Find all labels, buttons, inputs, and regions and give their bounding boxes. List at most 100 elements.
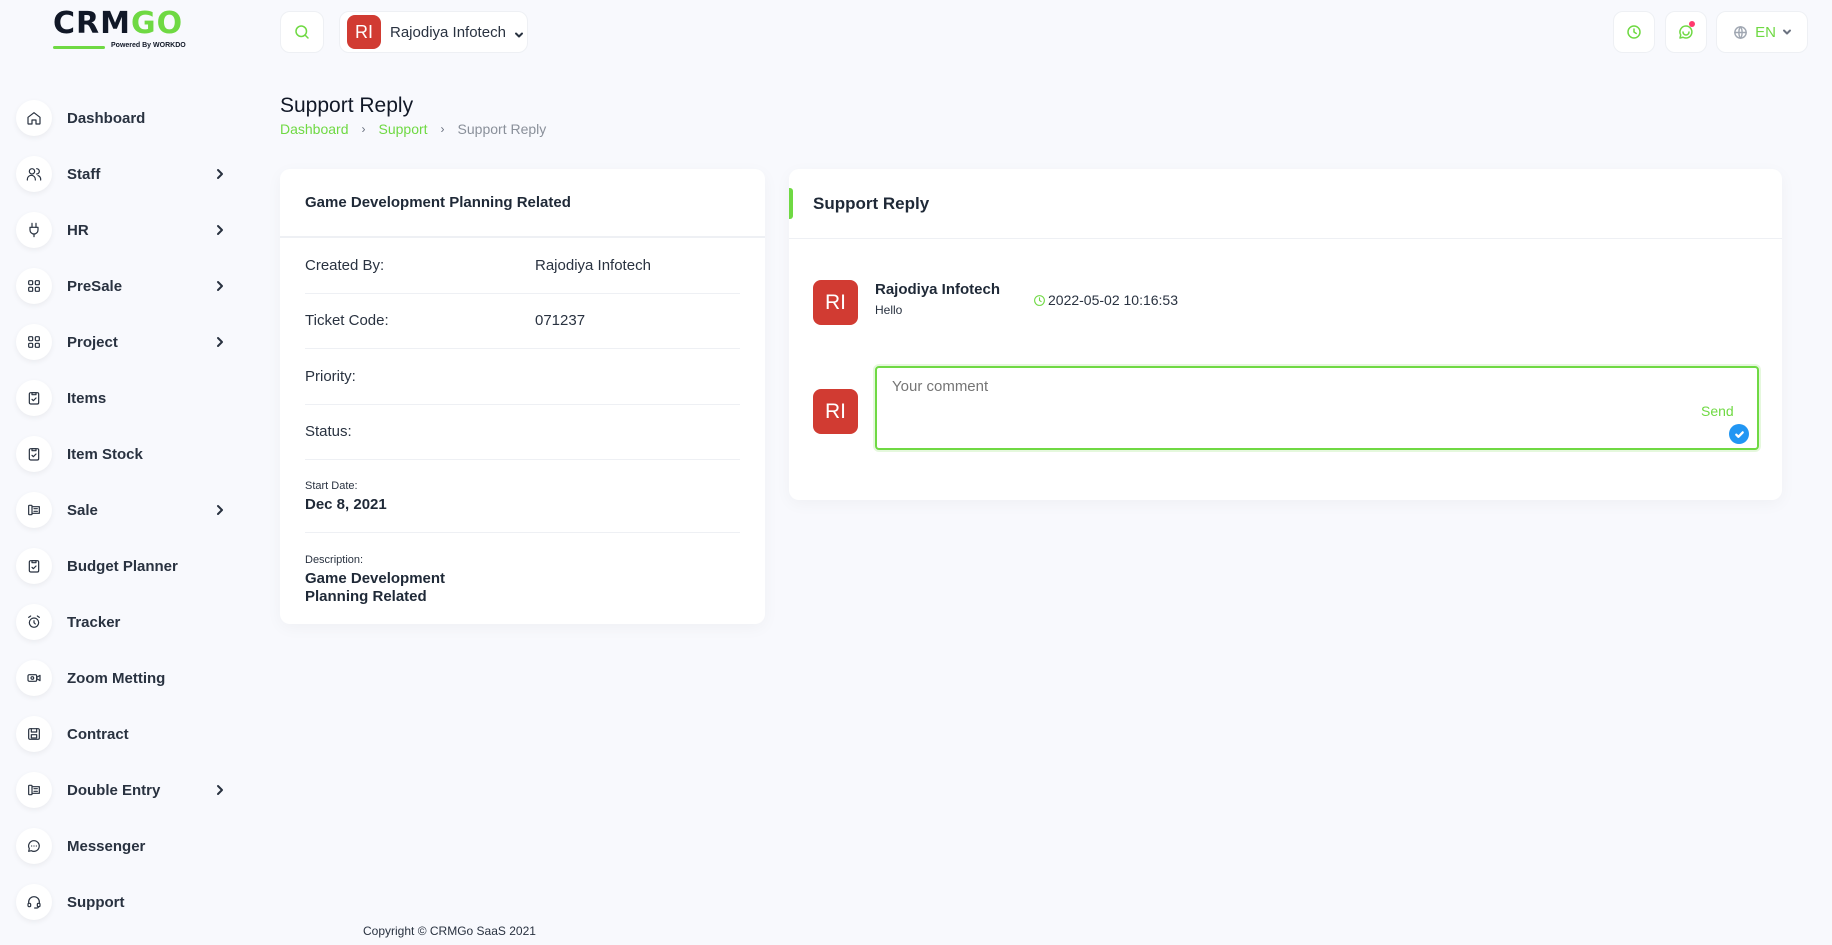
sidebar-item-presale[interactable]: PreSale xyxy=(16,258,238,314)
sidebar-item-label: PreSale xyxy=(67,277,123,295)
sidebar-item-label: Dashboard xyxy=(67,109,146,127)
users-icon xyxy=(16,156,52,192)
home-icon xyxy=(16,100,52,136)
language-label: EN xyxy=(1755,23,1776,41)
header-accent-bar xyxy=(789,188,793,219)
sidebar-item-label: Budget Planner xyxy=(67,557,178,575)
ticket-code-label: Ticket Code: xyxy=(305,312,389,330)
priority-label: Priority: xyxy=(305,367,356,385)
sidebar-item-sale[interactable]: Sale xyxy=(16,482,238,538)
receipt-icon xyxy=(16,492,52,528)
grid-icon xyxy=(16,268,52,304)
message-text: Hello xyxy=(875,303,903,317)
chevron-right-icon xyxy=(214,167,226,179)
message-timestamp: 2022-05-02 10:16:53 xyxy=(1033,292,1178,308)
sidebar-item-project[interactable]: Project xyxy=(16,314,238,370)
sidebar-item-item-stock[interactable]: Item Stock xyxy=(16,426,238,482)
chevron-right-icon: › xyxy=(361,122,366,136)
sidebar-item-label: Support xyxy=(67,893,125,911)
support-reply-card: Support Reply RI Rajodiya Infotech Hello… xyxy=(789,169,1782,500)
sidebar-item-contract[interactable]: Contract xyxy=(16,706,238,762)
start-date-block: Start Date: Dec 8, 2021 xyxy=(305,460,740,533)
created-by-label: Created By: xyxy=(305,256,385,274)
send-button[interactable]: Send xyxy=(1701,403,1734,419)
logo-powered-by: Powered By WORKDO xyxy=(111,42,186,49)
sidebar-item-label: Sale xyxy=(67,501,98,519)
sidebar-item-label: Staff xyxy=(67,165,101,183)
sidebar-item-label: Items xyxy=(67,389,107,407)
sidebar-item-label: Project xyxy=(67,333,118,351)
sidebar-item-label: Zoom Metting xyxy=(67,669,166,687)
priority-row: Priority: xyxy=(305,349,740,405)
grid-icon xyxy=(16,324,52,360)
clipboard-icon xyxy=(16,380,52,416)
description-block: Description: Game Development Planning R… xyxy=(305,533,740,606)
plug-icon xyxy=(16,212,52,248)
crmgo-logo[interactable]: CRMGO Powered By WORKDO xyxy=(53,8,193,52)
video-icon xyxy=(16,660,52,696)
chevron-right-icon xyxy=(214,335,226,347)
status-label: Status: xyxy=(305,423,352,441)
ticket-code-value: 071237 xyxy=(535,312,586,330)
globe-icon xyxy=(1734,25,1747,39)
avatar: RI xyxy=(347,15,381,49)
breadcrumb-dashboard[interactable]: Dashboard xyxy=(280,121,349,137)
status-row: Status: xyxy=(305,405,740,460)
sidebar-item-staff[interactable]: Staff xyxy=(16,146,238,202)
reply-card-title: Support Reply xyxy=(813,193,930,213)
chat-icon xyxy=(16,828,52,864)
start-date-value: Dec 8, 2021 xyxy=(305,496,387,513)
avatar: RI xyxy=(813,389,858,434)
chevron-right-icon xyxy=(214,279,226,291)
description-label: Description: xyxy=(305,554,364,566)
sidebar-item-label: Double Entry xyxy=(67,781,161,799)
workspace-switcher[interactable]: RI Rajodiya Infotech xyxy=(339,11,528,53)
breadcrumb-support[interactable]: Support xyxy=(379,121,428,137)
clipboard-icon xyxy=(16,548,52,584)
search-button[interactable] xyxy=(280,11,324,53)
logo-underline xyxy=(53,46,105,49)
ticket-code-row: Ticket Code: 071237 xyxy=(305,294,740,349)
sidebar-item-tracker[interactable]: Tracker xyxy=(16,594,238,650)
clipboard-icon xyxy=(16,436,52,472)
messages-button[interactable] xyxy=(1665,11,1707,53)
start-date-label: Start Date: xyxy=(305,480,358,492)
chevron-down-icon xyxy=(1782,29,1791,35)
sidebar-item-dashboard[interactable]: Dashboard xyxy=(16,90,238,146)
ticket-details-card: Game Development Planning Related Create… xyxy=(280,169,765,624)
sidebar-nav: Dashboard Staff HR PreSale Project Items xyxy=(16,90,238,930)
clock-icon xyxy=(1627,25,1641,39)
chevron-right-icon: › xyxy=(440,122,445,136)
sidebar-item-double-entry[interactable]: Double Entry xyxy=(16,762,238,818)
check-icon xyxy=(1729,424,1749,444)
search-icon xyxy=(295,25,309,39)
comment-input[interactable] xyxy=(875,366,1759,450)
alarm-clock-icon xyxy=(16,604,52,640)
page-title: Support Reply xyxy=(280,94,414,117)
logo-wordmark: CRMGO xyxy=(53,6,184,41)
sidebar-item-messenger[interactable]: Messenger xyxy=(16,818,238,874)
description-value: Game Development Planning Related xyxy=(305,570,446,605)
sidebar-item-zoom-metting[interactable]: Zoom Metting xyxy=(16,650,238,706)
sidebar-item-label: HR xyxy=(67,221,89,239)
created-by-value: Rajodiya Infotech xyxy=(535,256,651,274)
save-icon xyxy=(16,716,52,752)
sidebar: CRMGO Powered By WORKDO Dashboard Staff … xyxy=(0,0,262,945)
time-tracker-button[interactable] xyxy=(1613,11,1655,53)
headset-icon xyxy=(16,884,52,920)
ticket-title: Game Development Planning Related xyxy=(280,169,765,238)
sidebar-item-items[interactable]: Items xyxy=(16,370,238,426)
chevron-right-icon xyxy=(214,783,226,795)
sidebar-item-label: Tracker xyxy=(67,613,121,631)
reply-card-header: Support Reply xyxy=(789,169,1782,239)
notification-dot xyxy=(1689,21,1695,27)
sidebar-item-hr[interactable]: HR xyxy=(16,202,238,258)
sidebar-item-support[interactable]: Support xyxy=(16,874,238,930)
breadcrumb: Dashboard › Support › Support Reply xyxy=(280,121,546,137)
language-selector[interactable]: EN xyxy=(1716,11,1808,53)
created-by-row: Created By: Rajodiya Infotech xyxy=(305,238,740,294)
sidebar-item-budget-planner[interactable]: Budget Planner xyxy=(16,538,238,594)
message-author: Rajodiya Infotech xyxy=(875,281,1001,298)
breadcrumb-current: Support Reply xyxy=(457,121,547,137)
chevron-right-icon xyxy=(214,223,226,235)
